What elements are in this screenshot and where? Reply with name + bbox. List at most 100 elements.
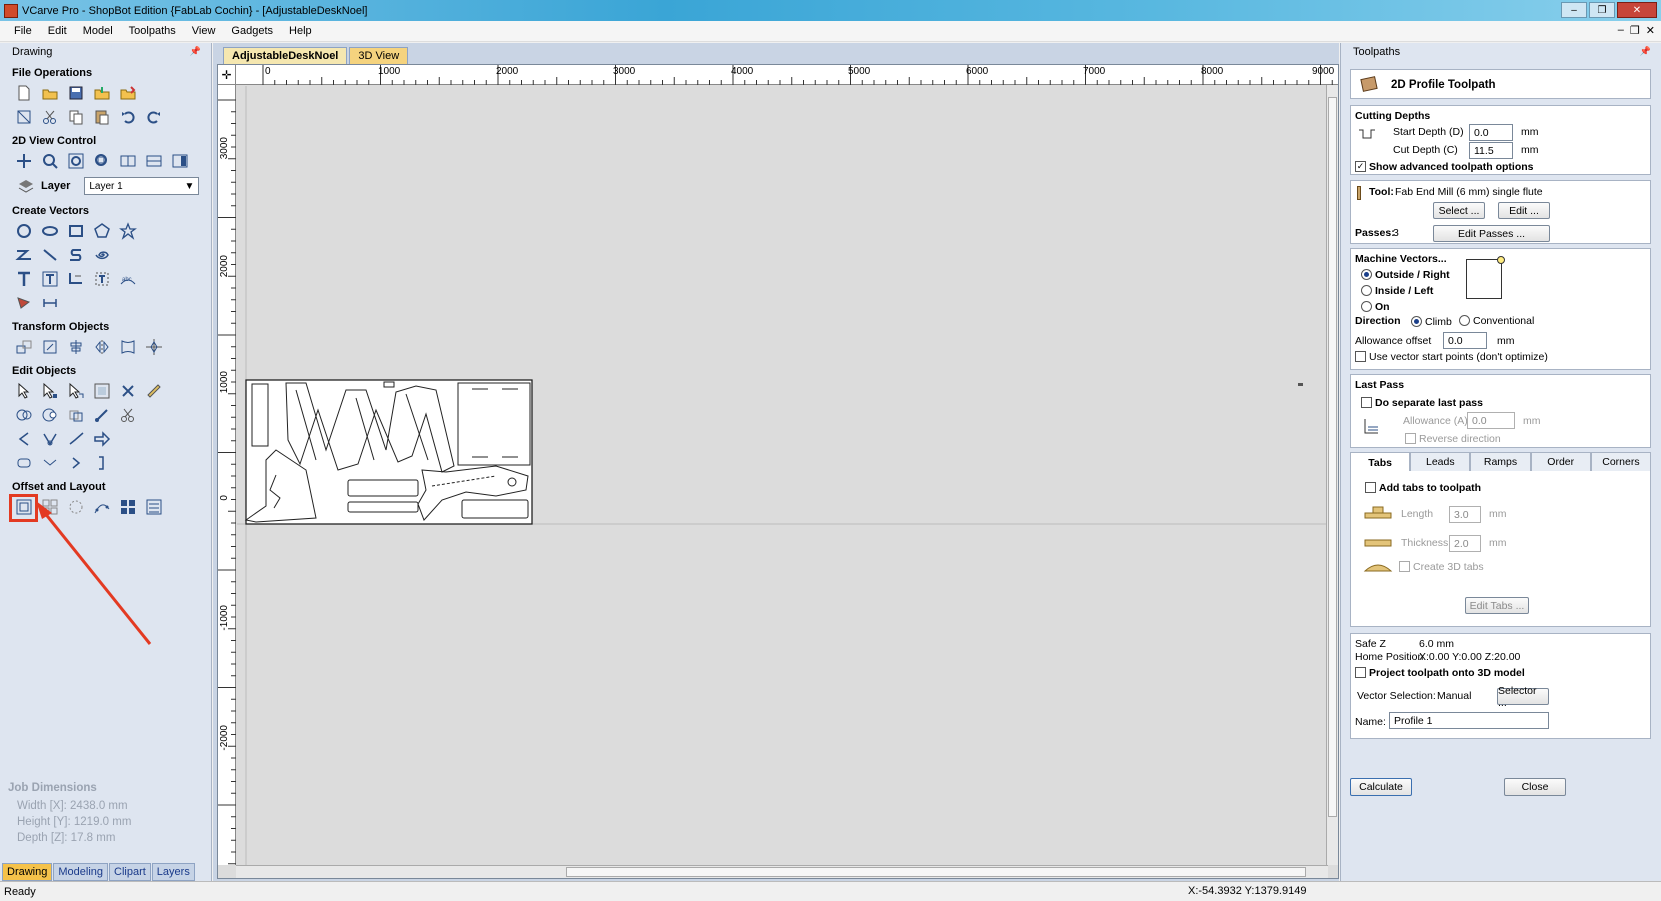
curve-fit-icon[interactable] bbox=[38, 452, 61, 474]
copy-along-vector-icon[interactable] bbox=[90, 496, 113, 518]
weld-icon[interactable] bbox=[12, 404, 35, 426]
new-file-icon[interactable] bbox=[12, 82, 35, 104]
line-icon[interactable] bbox=[38, 244, 61, 266]
menu-toolpaths[interactable]: Toolpaths bbox=[121, 25, 184, 37]
conventional-radio[interactable] bbox=[1459, 315, 1470, 326]
array-copy-icon[interactable] bbox=[38, 496, 61, 518]
text-on-curve-icon[interactable] bbox=[64, 268, 87, 290]
calculate-button[interactable]: Calculate bbox=[1350, 778, 1412, 796]
measure-icon[interactable] bbox=[142, 380, 165, 402]
auto-layout-text-icon[interactable] bbox=[90, 268, 113, 290]
text-icon[interactable] bbox=[12, 268, 35, 290]
climb-radio[interactable] bbox=[1411, 316, 1422, 327]
tab-layers[interactable]: Layers bbox=[151, 863, 195, 881]
circle-icon[interactable] bbox=[12, 220, 35, 242]
inside-left-radio[interactable] bbox=[1361, 285, 1372, 296]
advanced-options-checkbox[interactable]: ✓ bbox=[1355, 161, 1366, 172]
select-pointer-icon[interactable] bbox=[12, 380, 35, 402]
toolpath-name-input[interactable]: Profile 1 bbox=[1389, 712, 1549, 729]
tab-thickness-input[interactable]: 2.0 bbox=[1449, 535, 1481, 552]
edit-passes-button[interactable]: Edit Passes ... bbox=[1433, 225, 1550, 242]
pin-icon[interactable]: 📌 bbox=[1640, 46, 1651, 57]
mdi-close-button[interactable]: ✕ bbox=[1646, 24, 1655, 37]
menu-edit[interactable]: Edit bbox=[40, 25, 75, 37]
last-pass-allowance-input[interactable]: 0.0 bbox=[1467, 412, 1515, 429]
cut-icon[interactable] bbox=[38, 106, 61, 128]
close-window-button[interactable]: ✕ bbox=[1617, 2, 1657, 18]
text-frame-icon[interactable] bbox=[38, 268, 61, 290]
draw-tool-icon[interactable] bbox=[12, 292, 35, 314]
move-icon[interactable] bbox=[12, 336, 35, 358]
bracket-icon[interactable] bbox=[90, 452, 113, 474]
save-file-icon[interactable] bbox=[64, 82, 87, 104]
star-icon[interactable] bbox=[116, 220, 139, 242]
spiral-icon[interactable] bbox=[90, 244, 113, 266]
edit-tabs-button[interactable]: Edit Tabs ... bbox=[1465, 597, 1529, 614]
job-setup-icon[interactable] bbox=[12, 106, 35, 128]
undo-icon[interactable] bbox=[116, 106, 139, 128]
tab-3d-view[interactable]: 3D View bbox=[349, 47, 409, 64]
curve-icon[interactable] bbox=[64, 244, 87, 266]
dimension-icon[interactable] bbox=[38, 292, 61, 314]
create-3d-tabs-checkbox[interactable] bbox=[1399, 561, 1410, 572]
transform-select-icon[interactable] bbox=[64, 380, 87, 402]
fillet-icon[interactable] bbox=[12, 428, 35, 450]
view-3d-icon[interactable] bbox=[168, 150, 191, 172]
tab-leads[interactable]: Leads bbox=[1410, 452, 1471, 472]
menu-gadgets[interactable]: Gadgets bbox=[223, 25, 281, 37]
scale-icon[interactable] bbox=[38, 336, 61, 358]
zoom-icon[interactable] bbox=[38, 150, 61, 172]
separate-last-pass-checkbox[interactable] bbox=[1361, 397, 1372, 408]
set-origin-icon[interactable] bbox=[142, 336, 165, 358]
delete-icon[interactable] bbox=[116, 380, 139, 402]
extend-icon[interactable] bbox=[64, 428, 87, 450]
vertical-scrollbar-thumb[interactable] bbox=[1328, 97, 1337, 817]
selection-options-icon[interactable] bbox=[90, 380, 113, 402]
menu-model[interactable]: Model bbox=[75, 25, 121, 37]
subtract-icon[interactable] bbox=[38, 404, 61, 426]
tab-tabs[interactable]: Tabs bbox=[1350, 452, 1411, 472]
arc-text-icon[interactable]: abc bbox=[116, 268, 139, 290]
tab-ramps[interactable]: Ramps bbox=[1470, 452, 1531, 472]
vertical-scrollbar[interactable] bbox=[1326, 85, 1338, 865]
trim-icon[interactable] bbox=[116, 404, 139, 426]
tab-corners[interactable]: Corners bbox=[1590, 452, 1652, 472]
mdi-restore-button[interactable]: ❐ bbox=[1630, 24, 1640, 37]
menu-help[interactable]: Help bbox=[281, 25, 320, 37]
nesting-options-icon[interactable] bbox=[142, 496, 165, 518]
add-tabs-checkbox[interactable] bbox=[1365, 482, 1376, 493]
tab-order[interactable]: Order bbox=[1530, 452, 1591, 472]
ruler-corner[interactable]: ✛ bbox=[218, 65, 236, 85]
maximize-button[interactable]: ❐ bbox=[1589, 2, 1615, 18]
zoom-extents-icon[interactable] bbox=[64, 150, 87, 172]
align-icon[interactable] bbox=[64, 336, 87, 358]
tab-drawing[interactable]: Drawing bbox=[2, 863, 53, 881]
node-edit-icon[interactable] bbox=[38, 380, 61, 402]
distort-icon[interactable] bbox=[116, 336, 139, 358]
polygon-icon[interactable] bbox=[90, 220, 113, 242]
allowance-offset-input[interactable]: 0.0 bbox=[1443, 332, 1487, 349]
close-vector-icon[interactable] bbox=[12, 452, 35, 474]
import-file-icon[interactable] bbox=[90, 82, 113, 104]
polyline-icon[interactable] bbox=[12, 244, 35, 266]
intersect-icon[interactable] bbox=[64, 404, 87, 426]
tab-adjustable-desk[interactable]: AdjustableDeskNoel bbox=[223, 47, 348, 64]
export-file-icon[interactable] bbox=[116, 82, 139, 104]
pin-icon[interactable]: 📌 bbox=[190, 46, 201, 57]
circular-array-icon[interactable] bbox=[64, 496, 87, 518]
join-icon[interactable] bbox=[90, 404, 113, 426]
select-tool-button[interactable]: Select ... bbox=[1433, 202, 1485, 219]
view-layout-icon[interactable] bbox=[142, 150, 165, 172]
start-depth-input[interactable]: 0.0 bbox=[1469, 124, 1513, 141]
selector-button[interactable]: Selector ... bbox=[1497, 685, 1549, 709]
mirror-icon[interactable] bbox=[90, 336, 113, 358]
project-toolpath-checkbox[interactable] bbox=[1355, 667, 1366, 678]
horizontal-scrollbar-thumb[interactable] bbox=[566, 867, 1306, 877]
close-button[interactable]: Close bbox=[1504, 778, 1566, 796]
tab-modeling[interactable]: Modeling bbox=[53, 863, 108, 881]
ellipse-icon[interactable] bbox=[38, 220, 61, 242]
redo-icon[interactable] bbox=[142, 106, 165, 128]
paste-icon[interactable] bbox=[90, 106, 113, 128]
outside-right-radio[interactable] bbox=[1361, 269, 1372, 280]
nesting-icon[interactable] bbox=[116, 496, 139, 518]
